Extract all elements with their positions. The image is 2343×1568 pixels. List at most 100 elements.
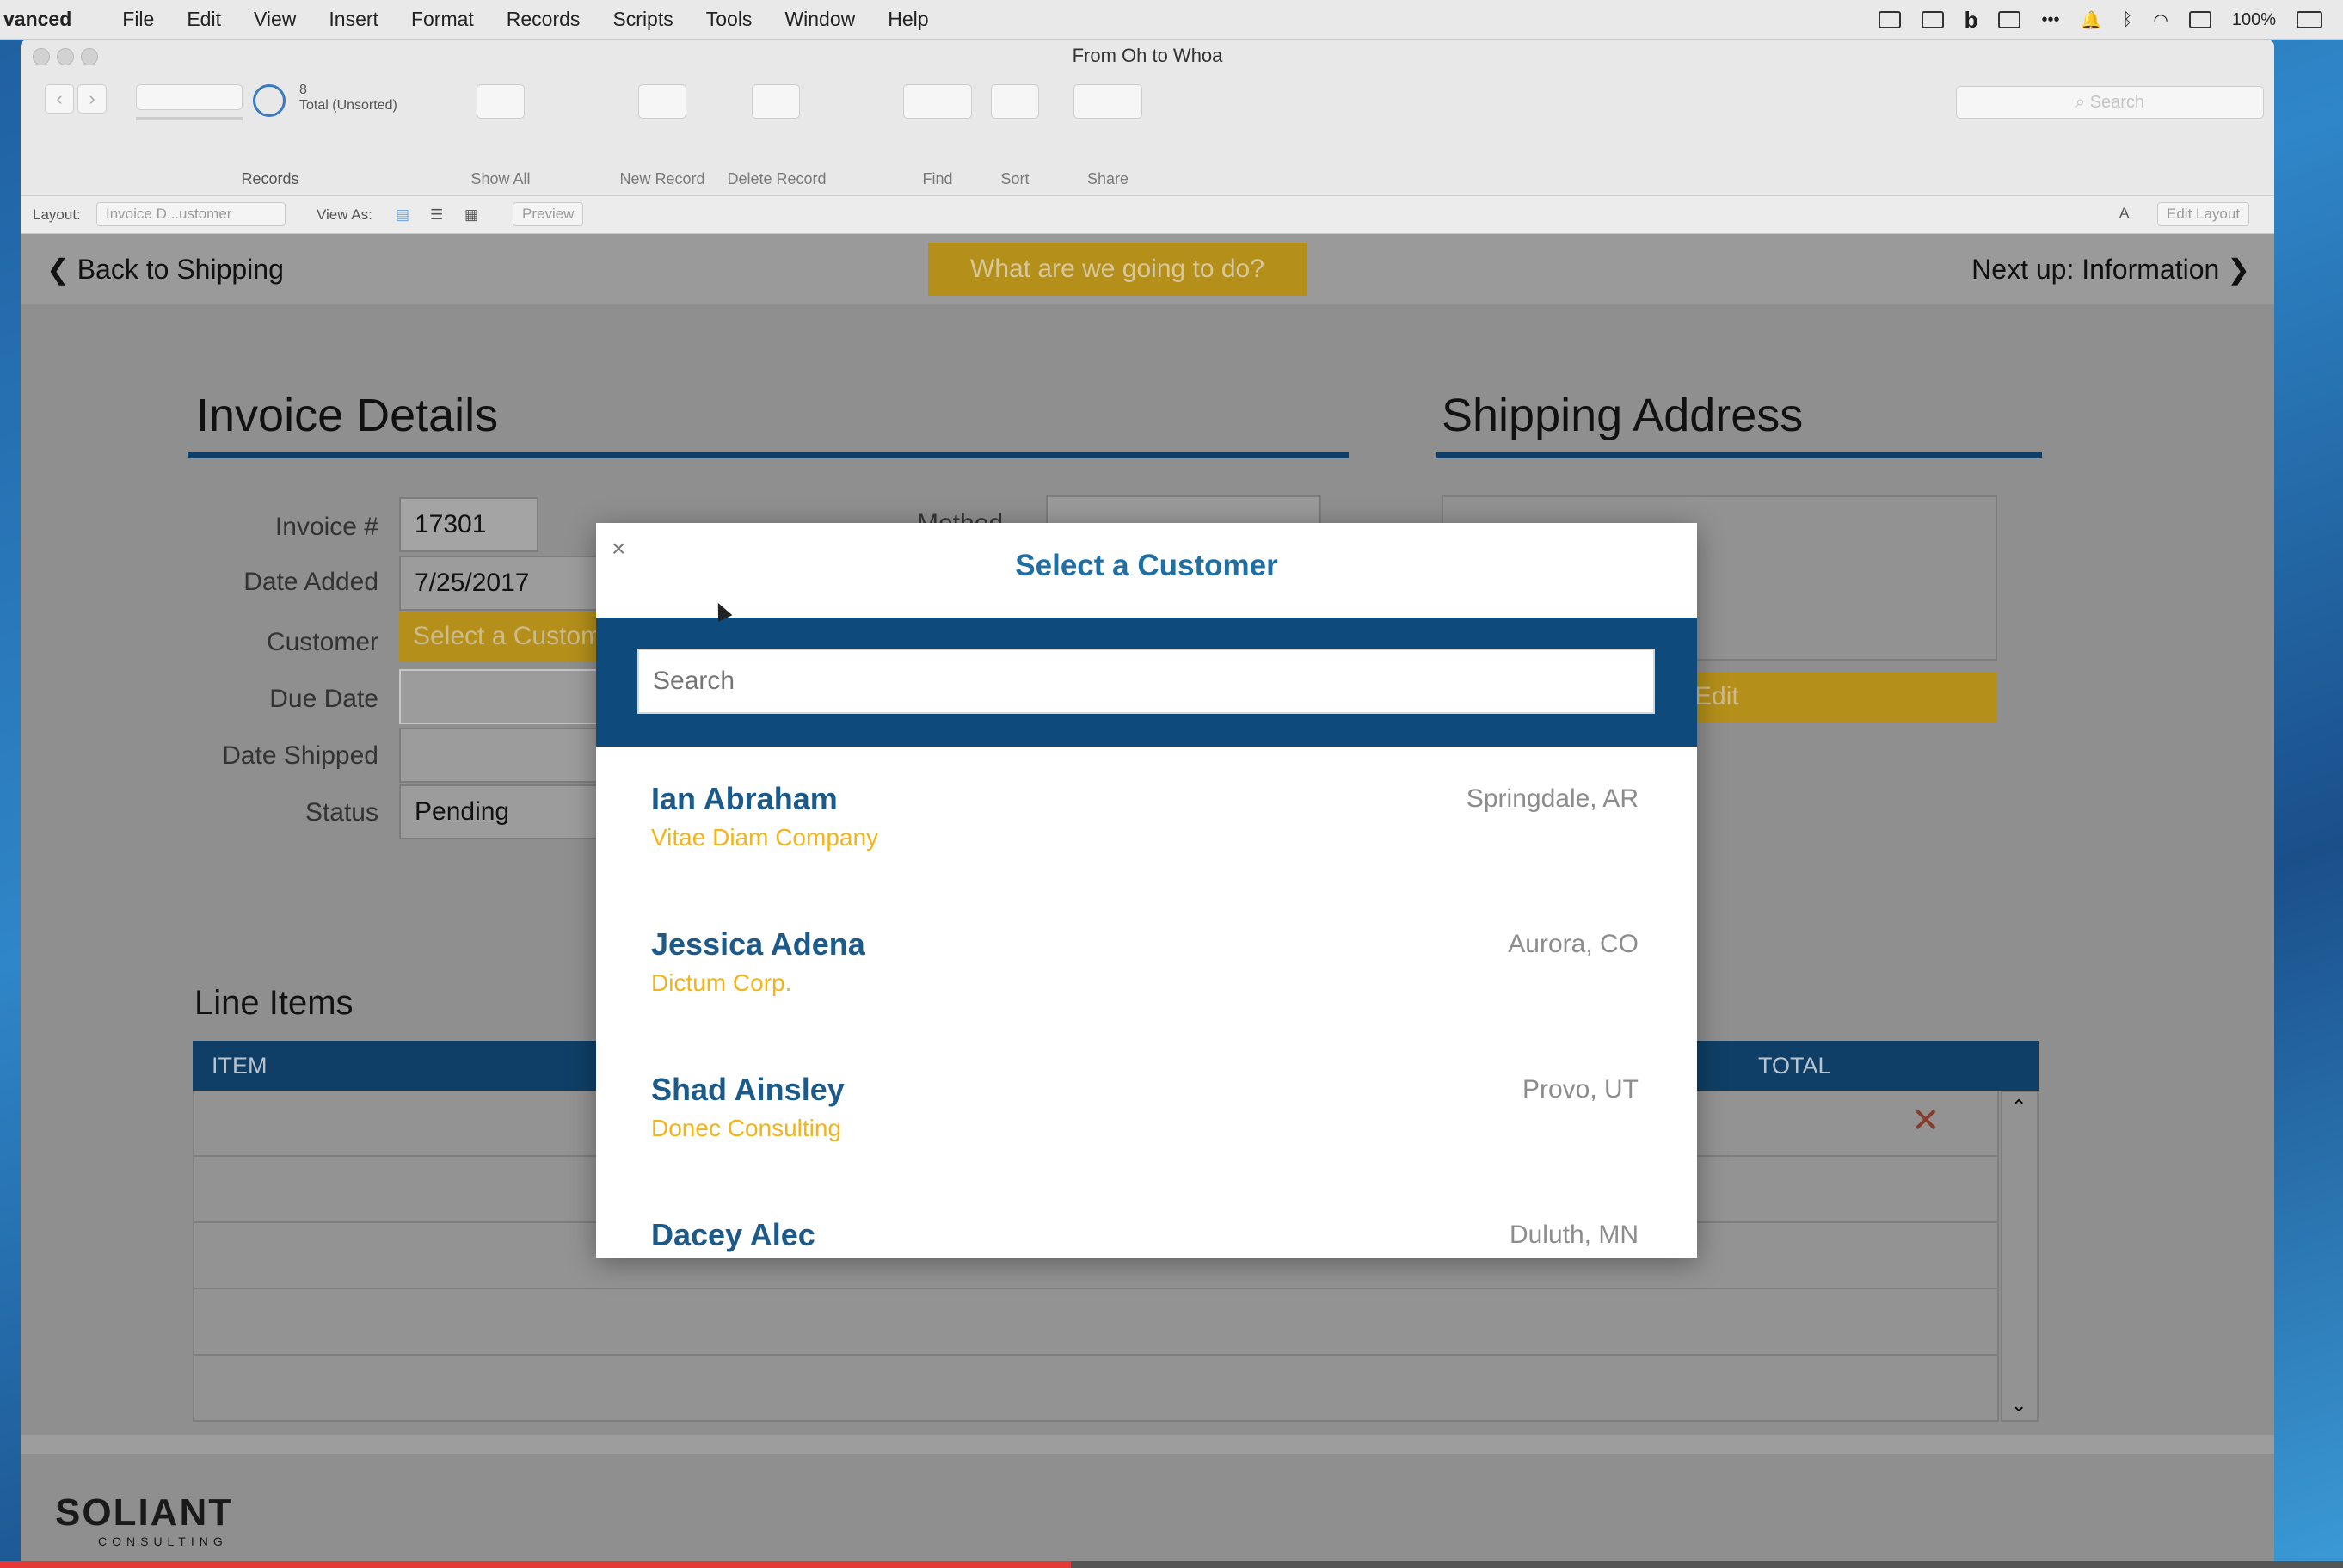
- menu-view[interactable]: View: [237, 8, 312, 31]
- layout-select[interactable]: Invoice D...ustomer: [96, 202, 286, 226]
- shipping-title-rule: [1436, 452, 2042, 458]
- quick-find-search[interactable]: ⌕ Search: [1956, 86, 2264, 119]
- delete-record-label[interactable]: Delete Record: [721, 170, 833, 188]
- new-record-icon[interactable]: [638, 84, 686, 119]
- menu-scripts[interactable]: Scripts: [596, 8, 689, 31]
- customer-label: Customer: [266, 628, 378, 656]
- scroll-up-icon[interactable]: ⌃: [2011, 1096, 2026, 1118]
- table-view-icon[interactable]: ▦: [464, 206, 478, 224]
- customer-name: Ian Abraham: [651, 781, 838, 816]
- display-icon[interactable]: [2188, 11, 2211, 28]
- next-up-link[interactable]: Next up: Information ❯: [1971, 253, 2250, 286]
- menu-file[interactable]: File: [106, 8, 170, 31]
- customer-location: Provo, UT: [1522, 1075, 1639, 1104]
- list-view-icon[interactable]: ☰: [430, 206, 443, 224]
- edit-layout-button[interactable]: Edit Layout: [2157, 202, 2250, 226]
- battery-text: 100%: [2231, 9, 2276, 29]
- toolbar: ‹ › 8 Total (Unsorted) Records Show All …: [21, 72, 2274, 196]
- record-number-field[interactable]: [136, 84, 243, 110]
- menu-edit[interactable]: Edit: [170, 8, 237, 31]
- show-all-label[interactable]: Show All: [449, 170, 552, 188]
- customer-row[interactable]: Dacey Alec Duluth, MN: [596, 1183, 1697, 1258]
- find-label[interactable]: Find: [903, 170, 972, 188]
- more-icon[interactable]: •••: [2041, 10, 2059, 30]
- select-customer-button[interactable]: Select a Custom: [399, 612, 623, 662]
- scroll-down-icon[interactable]: ⌄: [2011, 1394, 2026, 1417]
- delete-record-icon[interactable]: [752, 84, 800, 119]
- layout-bar: Layout: Invoice D...ustomer View As: ▤ ☰…: [21, 196, 2274, 234]
- window-title: From Oh to Whoa: [1072, 45, 1223, 66]
- logo-name: SOLIANT: [55, 1491, 234, 1534]
- sort-label[interactable]: Sort: [991, 170, 1039, 188]
- notification-icon[interactable]: 🔔: [2080, 9, 2101, 31]
- back-link-label: Back to Shipping: [77, 254, 284, 285]
- customer-name: Jessica Adena: [651, 926, 865, 962]
- view-as-label: View As:: [317, 206, 372, 223]
- menu-tools[interactable]: Tools: [690, 8, 769, 31]
- customer-row[interactable]: Shad Ainsley Donec Consulting Provo, UT: [596, 1037, 1697, 1183]
- find-icon[interactable]: [903, 84, 972, 119]
- prev-record-button[interactable]: ‹: [45, 84, 74, 114]
- menu-format[interactable]: Format: [395, 8, 490, 31]
- show-all-icon[interactable]: [477, 84, 525, 119]
- date-shipped-label: Date Shipped: [222, 741, 378, 770]
- customer-row[interactable]: Ian Abraham Vitae Diam Company Springdal…: [596, 747, 1697, 892]
- menubar-app-name[interactable]: vanced: [0, 8, 106, 31]
- line-item-row[interactable]: [193, 1289, 1999, 1356]
- shipping-address-title: Shipping Address: [1442, 390, 1804, 441]
- preview-button[interactable]: Preview: [513, 202, 584, 226]
- search-band: [596, 618, 1697, 747]
- date-shipped-field[interactable]: [399, 728, 623, 783]
- close-window-button[interactable]: [33, 48, 50, 65]
- layout-label: Layout:: [33, 206, 81, 223]
- record-pie-icon: [253, 84, 286, 117]
- line-item-row[interactable]: [193, 1356, 1999, 1422]
- zoom-window-button[interactable]: [81, 48, 98, 65]
- format-icon[interactable]: A: [2119, 205, 2129, 222]
- menu-help[interactable]: Help: [871, 8, 944, 31]
- due-date-label: Due Date: [269, 685, 378, 713]
- search-icon: ⌕: [2075, 93, 2090, 112]
- record-count: 8: [299, 83, 307, 97]
- customer-row[interactable]: Jessica Adena Dictum Corp. Aurora, CO: [596, 892, 1697, 1037]
- records-label: Records: [241, 170, 299, 188]
- share-icon[interactable]: [1073, 84, 1142, 119]
- nav-bar: ❮ Back to Shipping What are we going to …: [21, 234, 2274, 304]
- line-items-scrollbar[interactable]: ⌃ ⌄: [2001, 1091, 2039, 1422]
- minimize-window-button[interactable]: [57, 48, 74, 65]
- back-to-shipping-link[interactable]: ❮ Back to Shipping: [46, 253, 284, 286]
- customer-company: Vitae Diam Company: [651, 824, 879, 851]
- invoice-details-title: Invoice Details: [196, 390, 499, 441]
- record-slider[interactable]: [136, 117, 243, 120]
- sort-icon[interactable]: [991, 84, 1039, 119]
- customer-company: Donec Consulting: [651, 1115, 842, 1141]
- sync-icon[interactable]: [1921, 11, 1944, 28]
- due-date-field[interactable]: [399, 669, 623, 724]
- wifi-icon[interactable]: ◠: [2153, 9, 2168, 31]
- footer-divider: [21, 1435, 2274, 1454]
- invoice-number-field[interactable]: 17301: [399, 497, 538, 552]
- customer-search-input[interactable]: [637, 649, 1655, 714]
- customer-company: Dictum Corp.: [651, 969, 792, 996]
- menu-insert[interactable]: Insert: [312, 8, 395, 31]
- video-progress-bar[interactable]: [0, 1561, 2343, 1568]
- status-field[interactable]: Pending: [399, 784, 623, 839]
- form-view-icon[interactable]: ▤: [396, 206, 409, 224]
- record-total-label: Total (Unsorted): [299, 98, 397, 113]
- share-label[interactable]: Share: [1073, 170, 1142, 188]
- bluetooth-icon[interactable]: ᛒ: [2122, 10, 2132, 30]
- menu-records[interactable]: Records: [490, 8, 597, 31]
- date-added-label: Date Added: [243, 568, 378, 596]
- modal-header: × Select a Customer: [596, 523, 1697, 618]
- new-record-label[interactable]: New Record: [611, 170, 714, 188]
- edit-shipping-button[interactable]: Edit: [1681, 673, 1997, 723]
- menu-window[interactable]: Window: [768, 8, 871, 31]
- next-link-label: Next up: Information: [1971, 254, 2220, 285]
- delete-row-icon[interactable]: ✕: [1911, 1101, 1940, 1141]
- window-icon[interactable]: [1998, 11, 2021, 28]
- camera-icon[interactable]: [1878, 11, 1901, 28]
- what-are-we-going-to-do-button[interactable]: What are we going to do?: [928, 243, 1307, 296]
- next-record-button[interactable]: ›: [77, 84, 107, 114]
- b-icon[interactable]: b: [1965, 7, 1978, 34]
- logo-subtitle: CONSULTING: [98, 1534, 228, 1548]
